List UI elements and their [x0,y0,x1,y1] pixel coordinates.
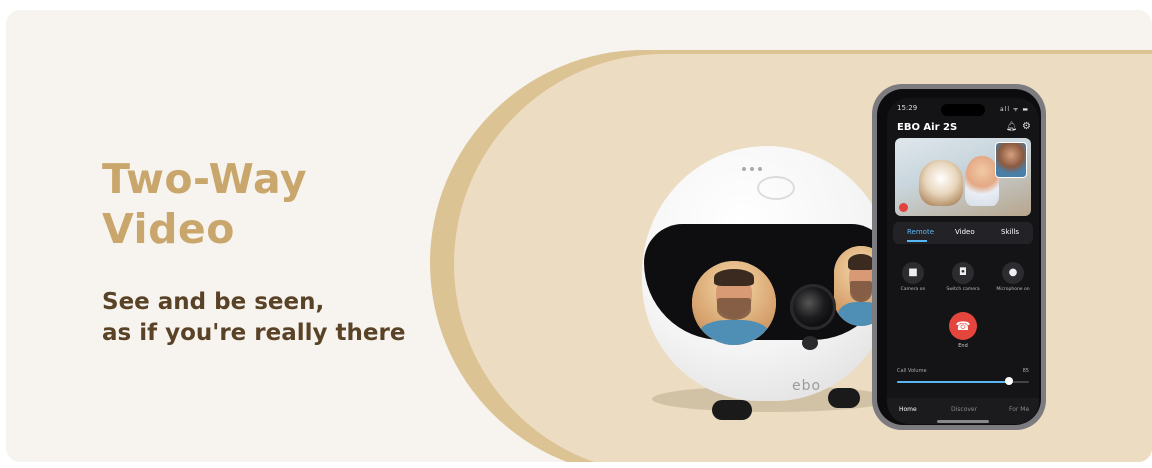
feed-end-indicator [899,203,908,212]
app-title: EBO Air 2S [897,122,958,133]
robot-wheel-right [828,388,860,408]
camera-on-label: Camera on [900,287,926,292]
robot-indicator-dots [742,156,770,171]
tab-bar: Remote Video Skills [893,222,1033,244]
robot-wheel-left [712,400,752,420]
volume-label: Call Volume [897,368,927,374]
nav-for-me[interactable]: For Me [1009,406,1029,413]
robot-sensor [802,336,818,350]
feed-dog [919,160,963,206]
tab-remote[interactable]: Remote [907,228,934,236]
volume-value: 85 [1022,368,1029,374]
end-call-button[interactable]: ☎ [949,312,977,340]
end-call-label: End [958,343,968,349]
headline-line-2: Video [102,205,235,253]
camera-on-control[interactable]: ■ Camera on [891,262,935,292]
nav-home[interactable]: Home [899,406,917,413]
active-tab-underline [907,240,927,242]
promo-banner: Two-Way Video See and be seen, as if you… [6,10,1152,462]
phone-screen: 15:29 all ᯤ ▬ EBO Air 2S 🔔︎ ⚙ Remote Vid… [887,98,1039,424]
phone-bezel: 15:29 all ᯤ ▬ EBO Air 2S 🔔︎ ⚙ Remote Vid… [877,89,1041,425]
home-indicator [937,420,989,423]
switch-camera-label: Switch camera [946,287,980,292]
microphone-control[interactable]: ● Microphone on [991,262,1035,292]
switch-camera-control[interactable]: ◘ Switch camera [941,262,985,292]
tagline-line-2: as if you're really there [102,320,406,346]
tab-skills[interactable]: Skills [1001,228,1019,236]
bell-icon[interactable]: 🔔︎ [1006,122,1017,132]
headline-line-1: Two-Way [102,155,308,203]
tagline-line-1: See and be seen, [102,289,325,315]
status-icons: all ᯤ ▬ [1000,106,1029,113]
gear-icon[interactable]: ⚙ [1022,121,1031,132]
microphone-icon[interactable]: ● [1002,262,1024,284]
robot-top-button [757,176,795,200]
dynamic-island [941,104,985,116]
robot-camera-lens [790,284,836,330]
volume-slider-knob[interactable] [1005,377,1014,385]
picture-in-picture [995,142,1027,178]
microphone-label: Microphone on [996,287,1030,292]
switch-camera-icon[interactable]: ◘ [952,262,974,284]
smartphone-image: 15:29 all ᯤ ▬ EBO Air 2S 🔔︎ ⚙ Remote Vid… [872,84,1046,430]
nav-discover[interactable]: Discover [951,406,977,413]
headline: Two-Way Video [102,154,307,254]
camera-icon[interactable]: ■ [902,262,924,284]
ebo-robot-image: ebo [642,146,894,426]
robot-screen-face-left [692,261,776,345]
robot-brand-logo: ebo [792,378,822,394]
tab-video[interactable]: Video [955,228,975,236]
phone-end-icon: ☎ [955,319,971,333]
tagline: See and be seen, as if you're really the… [102,287,405,349]
status-time: 15:29 [897,104,918,112]
feed-person [965,156,999,206]
video-feed [895,138,1031,216]
volume-slider-fill [897,381,1010,383]
